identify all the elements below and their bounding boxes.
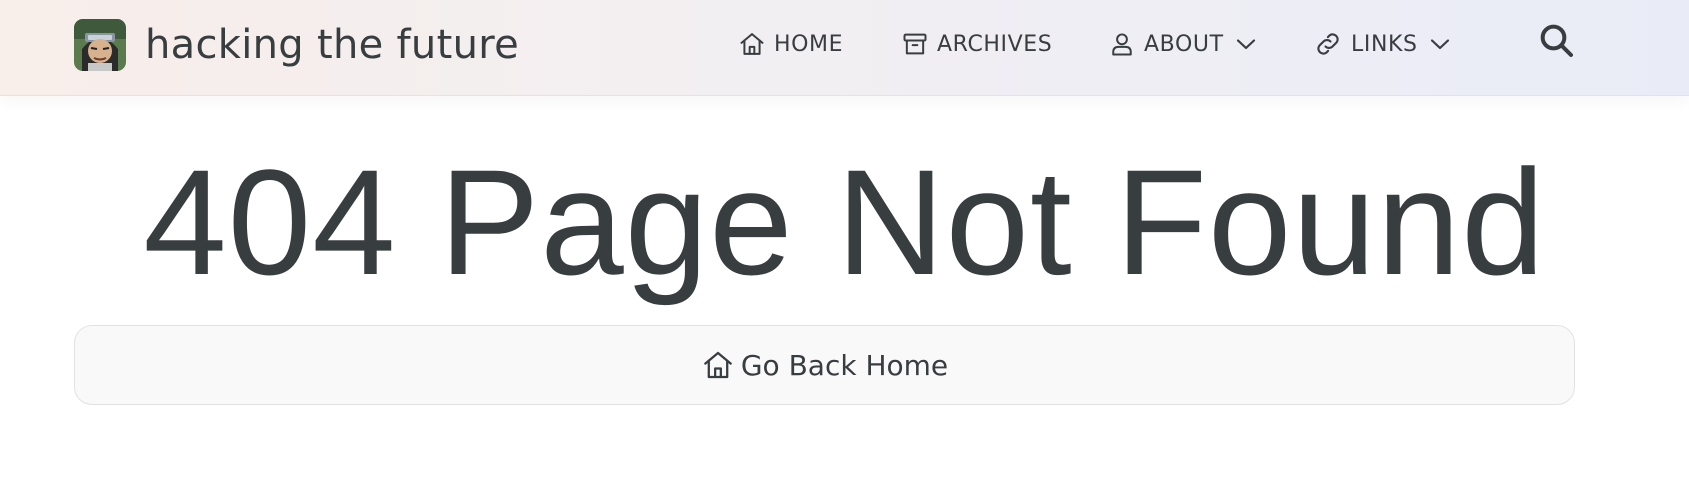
nav-links-label: LINKS	[1351, 31, 1418, 57]
nav-archives[interactable]: ARCHIVES	[901, 26, 1052, 62]
home-icon	[701, 348, 735, 382]
nav-about[interactable]: ABOUT	[1108, 26, 1258, 62]
archive-icon	[901, 30, 929, 58]
nav-home-label: HOME	[774, 31, 844, 57]
site-header: hacking the future HOME ARCHIVES ABOUT L…	[0, 0, 1689, 96]
search-icon	[1536, 20, 1576, 64]
home-icon	[738, 30, 766, 58]
site-brand-link[interactable]: hacking the future	[74, 18, 519, 72]
nav-about-label: ABOUT	[1144, 31, 1224, 57]
nav-archives-label: ARCHIVES	[937, 31, 1053, 57]
nav-home[interactable]: HOME	[738, 26, 843, 62]
nav-links[interactable]: LINKS	[1313, 26, 1452, 62]
chevron-down-icon	[1428, 32, 1452, 56]
site-title: hacking the future	[145, 22, 519, 68]
chevron-down-icon	[1234, 32, 1258, 56]
anime-avatar-icon	[74, 19, 126, 71]
user-icon	[1108, 30, 1136, 58]
link-icon	[1313, 29, 1343, 59]
go-back-home-label: Go Back Home	[740, 348, 949, 382]
go-back-home-button[interactable]: Go Back Home	[74, 325, 1575, 405]
page-title: 404 Page Not Found	[143, 138, 1546, 306]
search-button[interactable]	[1536, 22, 1576, 62]
